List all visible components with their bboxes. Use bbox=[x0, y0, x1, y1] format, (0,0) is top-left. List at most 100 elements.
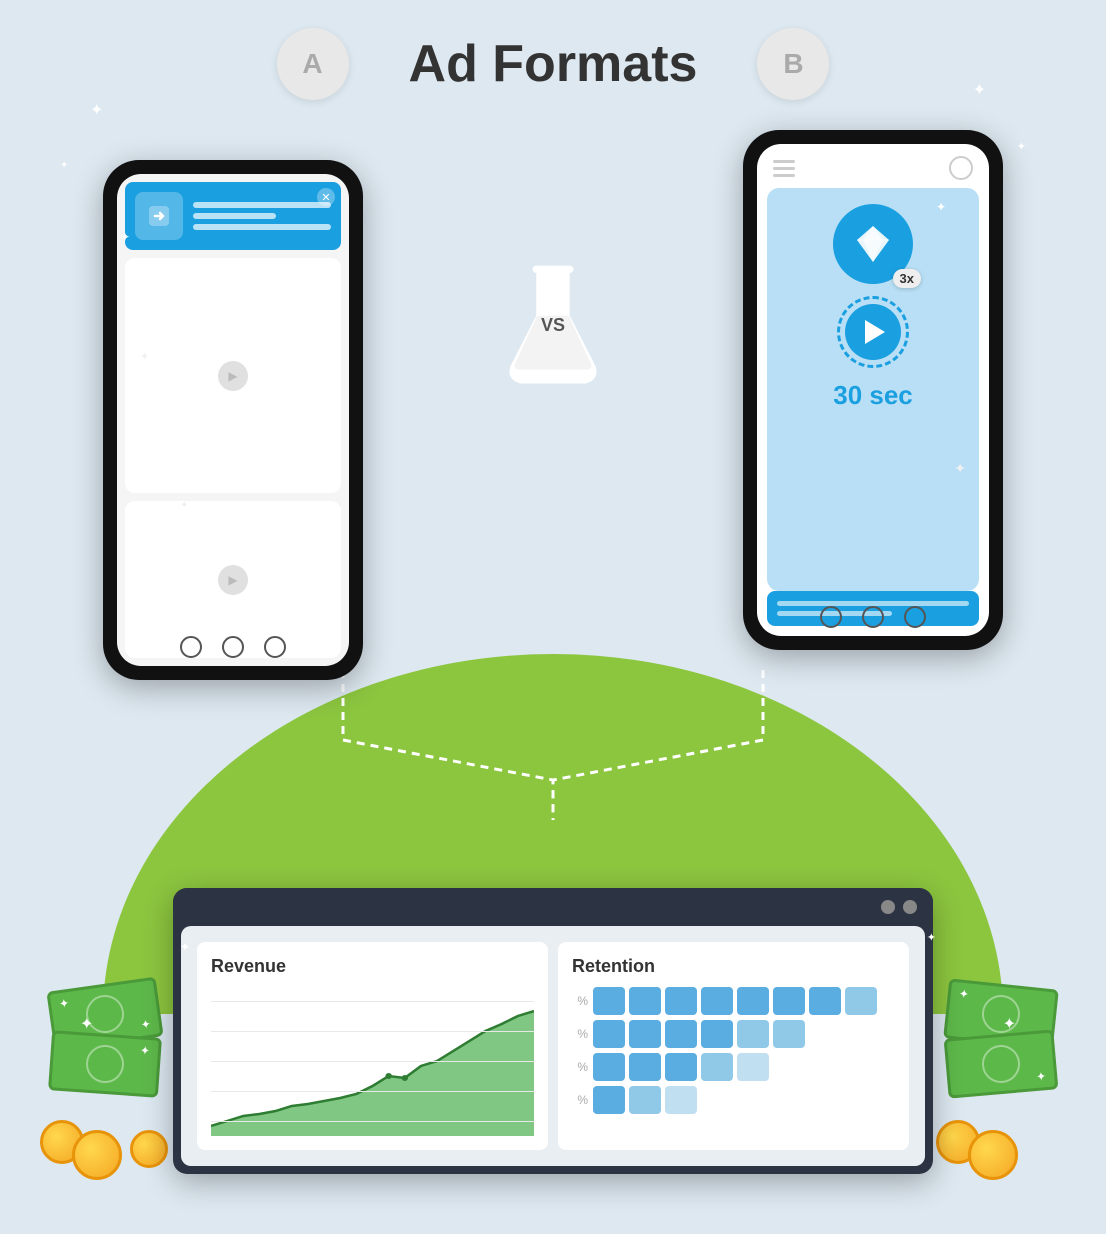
ret-cell bbox=[593, 1020, 625, 1048]
nav-dot-b-3 bbox=[904, 606, 926, 628]
badge-a: A bbox=[277, 28, 349, 100]
bill-right-2: ✦ bbox=[944, 1029, 1059, 1098]
ret-cell bbox=[773, 1053, 805, 1081]
ret-cells-2 bbox=[593, 1020, 877, 1048]
ret-cell bbox=[845, 987, 877, 1015]
retention-title: Retention bbox=[572, 956, 895, 977]
sparkle-9: ✦ bbox=[180, 500, 188, 511]
ret-cells-4 bbox=[593, 1086, 877, 1114]
sparkle-4: ✦ bbox=[1017, 140, 1026, 153]
ret-cell bbox=[737, 1020, 769, 1048]
dashed-connector bbox=[203, 660, 903, 845]
header: A Ad Formats B bbox=[0, 0, 1106, 100]
sparkle-2: ✦ bbox=[60, 160, 68, 171]
ret-cells-3 bbox=[593, 1053, 877, 1081]
banner-line-2 bbox=[193, 213, 276, 219]
phone-b-ad-content: 3x 30 sec bbox=[767, 188, 979, 591]
nav-dot-1 bbox=[180, 636, 202, 658]
phone-b: 3x 30 sec bbox=[743, 130, 1003, 650]
phone-b-screen: 3x 30 sec bbox=[757, 144, 989, 636]
page-title: Ad Formats bbox=[409, 34, 698, 94]
sparkle-6: ✦ bbox=[936, 200, 946, 214]
money-left: ✦ ✦ ✦ bbox=[50, 984, 160, 1154]
ret-cell bbox=[629, 1053, 661, 1081]
ret-label-3: % bbox=[572, 1060, 588, 1074]
ret-cells-1 bbox=[593, 987, 877, 1015]
sparkle-money-2: ✦ bbox=[180, 940, 190, 954]
ret-cell bbox=[701, 1053, 733, 1081]
content-card-1: ▶ bbox=[125, 258, 341, 493]
sparkle-money-3: ✦ bbox=[1003, 1014, 1016, 1034]
banner-ad-icon bbox=[135, 192, 183, 240]
sparkle-1: ✦ bbox=[90, 100, 103, 120]
retention-grid: % % bbox=[572, 987, 895, 1114]
revenue-chart bbox=[211, 987, 534, 1136]
ret-cell bbox=[773, 987, 805, 1015]
ret-cell bbox=[737, 1053, 769, 1081]
banner-line-3 bbox=[193, 224, 331, 230]
nav-dot-b-2 bbox=[862, 606, 884, 628]
revenue-panel: Revenue bbox=[197, 942, 548, 1150]
ret-label-2: % bbox=[572, 1027, 588, 1041]
ret-cell bbox=[809, 1086, 841, 1114]
vs-area: VS bbox=[498, 260, 608, 390]
coins-left bbox=[50, 1094, 160, 1154]
circle-icon bbox=[949, 156, 973, 180]
close-button[interactable]: ✕ bbox=[317, 188, 335, 206]
ret-cell bbox=[773, 1086, 805, 1114]
bill-left-2: ✦ bbox=[48, 1030, 162, 1098]
ret-cell bbox=[809, 987, 841, 1015]
ret-cell bbox=[773, 1020, 805, 1048]
ret-cell bbox=[629, 987, 661, 1015]
window-dot-1 bbox=[881, 900, 895, 914]
diamond-reward: 3x bbox=[833, 204, 913, 284]
ret-cell bbox=[809, 1020, 841, 1048]
retention-row-3: % bbox=[572, 1053, 895, 1081]
analytics-window: Revenue bbox=[173, 888, 933, 1174]
window-titlebar bbox=[173, 888, 933, 926]
ret-cell bbox=[593, 1053, 625, 1081]
ret-cell bbox=[737, 1086, 769, 1114]
ret-cell bbox=[737, 987, 769, 1015]
ret-cell bbox=[845, 1086, 877, 1114]
phone-a-nav bbox=[103, 636, 363, 658]
banner-ad: ✕ bbox=[125, 182, 341, 250]
banner-line-1 bbox=[193, 202, 331, 208]
ret-cell bbox=[629, 1020, 661, 1048]
retention-row-4: % bbox=[572, 1086, 895, 1114]
play-button[interactable] bbox=[845, 304, 901, 360]
revenue-title: Revenue bbox=[211, 956, 534, 977]
sparkle-7: ✦ bbox=[954, 460, 966, 477]
money-stack-right: ✦ ✦ bbox=[946, 984, 1056, 1154]
hamburger-icon bbox=[773, 160, 795, 177]
ret-cell bbox=[665, 987, 697, 1015]
ret-label-1: % bbox=[572, 994, 588, 1008]
chart-grid-lines bbox=[211, 987, 534, 1136]
ret-cell bbox=[845, 1053, 877, 1081]
ret-cell bbox=[701, 1086, 733, 1114]
ret-cell bbox=[701, 1020, 733, 1048]
coin-right-2 bbox=[968, 1130, 1018, 1180]
vs-label: VS bbox=[541, 315, 565, 336]
coins-right bbox=[946, 1094, 1056, 1154]
retention-row-2: % bbox=[572, 1020, 895, 1048]
ret-label-4: % bbox=[572, 1093, 588, 1107]
retention-panel: Retention % bbox=[558, 942, 909, 1150]
phone-a: ✕ ▶ ▶ bbox=[103, 160, 363, 680]
play-icon-2: ▶ bbox=[218, 565, 248, 595]
play-triangle-icon bbox=[865, 320, 885, 344]
money-stack-left: ✦ ✦ ✦ bbox=[50, 984, 160, 1154]
sparkle-money-4: ✦ bbox=[927, 931, 936, 944]
ret-cell bbox=[701, 987, 733, 1015]
window-body: Revenue bbox=[181, 926, 925, 1166]
nav-dot-2 bbox=[222, 636, 244, 658]
content-card-2: ▶ bbox=[125, 501, 341, 658]
phones-area: ✕ ▶ ▶ VS bbox=[103, 120, 1003, 680]
ret-cell bbox=[593, 987, 625, 1015]
ret-cell bbox=[665, 1053, 697, 1081]
play-icon-1: ▶ bbox=[218, 361, 248, 391]
nav-dot-b-1 bbox=[820, 606, 842, 628]
nav-dot-3 bbox=[264, 636, 286, 658]
ret-cell bbox=[665, 1020, 697, 1048]
phone-b-nav bbox=[743, 606, 1003, 628]
